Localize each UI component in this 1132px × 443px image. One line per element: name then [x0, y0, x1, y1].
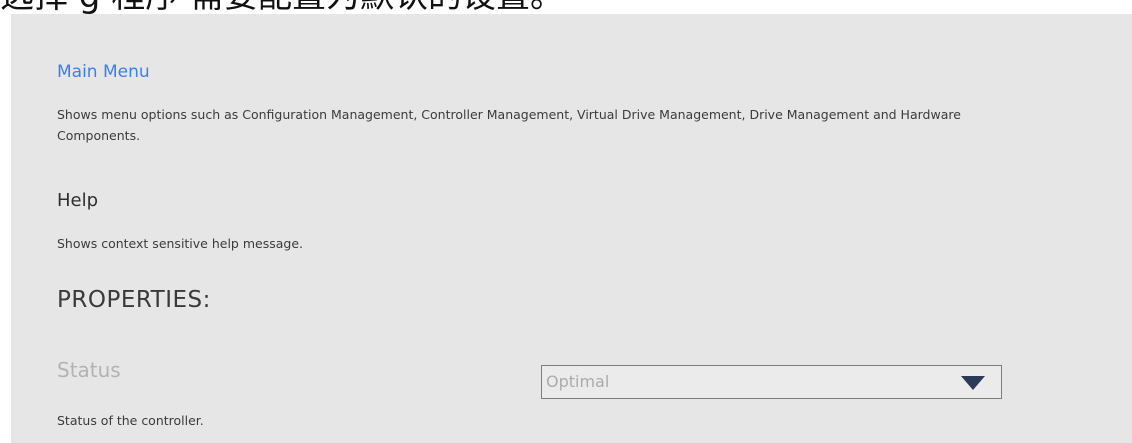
help-title: Help	[57, 190, 99, 211]
cropped-caption-text: 选择 g 程序 需要配置为默认的设置。	[0, 0, 564, 14]
properties-heading: PROPERTIES:	[57, 287, 211, 313]
help-panel: Main Menu Shows menu options such as Con…	[11, 14, 1132, 443]
main-menu-description: Shows menu options such as Configuration…	[57, 107, 961, 143]
status-description: Status of the controller.	[57, 413, 204, 428]
top-cropped-text-strip: 选择 g 程序 需要配置为默认的设置。	[0, 0, 1132, 14]
page: 选择 g 程序 需要配置为默认的设置。 Main Menu Shows menu…	[0, 0, 1132, 443]
status-dropdown[interactable]: Optimal	[541, 365, 1002, 399]
help-description: Shows context sensitive help message.	[57, 236, 303, 251]
main-menu-link[interactable]: Main Menu	[57, 62, 150, 82]
status-selected-value: Optimal	[546, 372, 610, 391]
triangle-down-icon	[961, 376, 985, 390]
status-label: Status	[57, 358, 121, 382]
